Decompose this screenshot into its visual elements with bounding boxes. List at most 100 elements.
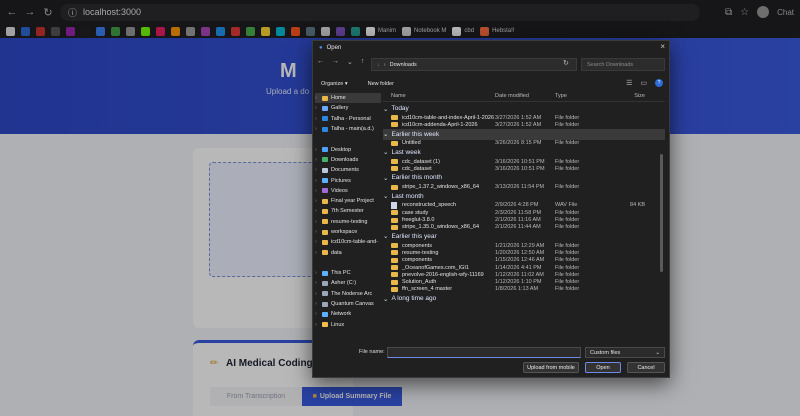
expand-chevron-icon[interactable]: › [315,95,319,101]
sidebar-item[interactable]: › Documents [315,165,381,175]
expand-chevron-icon[interactable]: › [315,147,319,153]
file-type-select[interactable]: Custom files ⌄ [585,347,665,358]
bookmark-item[interactable] [96,26,105,36]
sidebar-item[interactable]: › Home [315,93,381,104]
sidebar-item[interactable]: › Asher (C:) [315,278,381,288]
group-header[interactable]: ⌄ Last week [383,147,665,158]
sidebar-item[interactable]: › Pictures [315,175,381,185]
file-row[interactable]: components 1/15/2026 12:46 AM File folder [383,257,665,264]
bookmark-item[interactable] [6,26,15,36]
help-icon[interactable]: ? [655,79,663,87]
bookmark-item[interactable] [231,26,240,36]
expand-chevron-icon[interactable]: › [315,280,319,286]
column-type[interactable]: Type [555,93,605,99]
expand-chevron-icon[interactable]: › [315,322,319,328]
group-header[interactable]: ⌄ Earlier this year [383,231,665,242]
file-row[interactable]: freeglut-3.8.0 2/1/2026 11:16 AM File fold… [383,216,665,223]
file-row[interactable]: Untitled 3/26/2026 8:15 PM File folder [383,140,665,147]
file-row[interactable]: _OceanofGames.com_IGI1 1/14/2026 4:41 PM F… [383,264,665,271]
file-row[interactable]: components 1/21/2026 12:29 AM File folder [383,242,665,249]
bookmark-item[interactable]: cbd [452,26,474,36]
sidebar-item[interactable]: › Videos [315,186,381,196]
back-icon[interactable]: ← [317,58,324,66]
cancel-button[interactable]: Cancel [627,362,665,373]
sidebar-item[interactable]: › data [315,247,381,257]
view-options-icon[interactable]: ☰ [626,79,632,87]
bookmark-item[interactable]: Manim [366,26,396,36]
tab-from-transcription[interactable]: From Transcription [210,387,302,406]
extensions-icon[interactable]: ⧉ [725,7,732,18]
expand-chevron-icon[interactable]: › [315,229,319,235]
new-folder-button[interactable]: New folder [368,81,394,87]
sidebar-item[interactable]: › Talha - main(a.d.) [315,124,381,134]
file-row[interactable]: stripe_1.35.0_windows_x86_64 2/1/2026 11:… [383,224,665,231]
back-icon[interactable]: ← [6,6,18,18]
expand-chevron-icon[interactable]: › [315,157,319,163]
sidebar-item[interactable]: › 7th Semester [315,206,381,216]
expand-chevron-icon[interactable]: › [315,126,319,132]
bookmark-item[interactable]: Hebsta!! [480,26,514,36]
collapse-chevron-icon[interactable]: ⌄ [383,295,388,303]
sidebar-item[interactable]: › Downloads [315,155,381,165]
column-date[interactable]: Date modified [495,93,555,99]
collapse-chevron-icon[interactable]: ⌄ [383,148,388,156]
sidebar-item[interactable]: › Linux [315,320,381,330]
sidebar-item[interactable]: › Desktop [315,144,381,154]
file-row[interactable]: case study 2/3/2026 11:58 PM File folder [383,209,665,216]
bookmark-item[interactable] [201,26,210,36]
column-name[interactable]: Name [383,93,495,99]
bookmark-item[interactable] [321,26,330,36]
scrollbar[interactable] [660,154,663,272]
organize-button[interactable]: Organize ▾ [321,81,348,87]
group-header[interactable]: ⌄ Last month [383,191,665,202]
bookmark-item[interactable] [66,26,75,36]
reload-icon[interactable]: ↻ [42,6,54,19]
recent-chevron-icon[interactable]: ⌄ [347,58,353,66]
expand-chevron-icon[interactable]: › [315,270,319,276]
bookmark-item[interactable] [336,26,345,36]
preview-pane-icon[interactable]: ▭ [640,79,647,87]
expand-chevron-icon[interactable]: › [315,219,319,225]
group-header[interactable]: ⌄ Today [383,103,665,114]
expand-chevron-icon[interactable]: › [315,116,319,122]
forward-icon[interactable]: → [24,6,36,18]
collapse-chevron-icon[interactable]: ⌄ [383,130,388,138]
file-row[interactable]: ffn_screen_4 master 1/8/2026 1:13 AM File … [383,286,665,293]
bookmark-item[interactable] [261,26,270,36]
bookmark-item[interactable] [216,26,225,36]
search-input[interactable]: Search Downloads [581,58,665,71]
site-info-icon[interactable]: ⓘ [68,6,77,19]
bookmark-item[interactable] [351,26,360,36]
bookmark-item[interactable] [111,26,120,36]
open-button[interactable]: Open [585,362,621,373]
sidebar-item[interactable]: › Gallery [315,103,381,113]
file-row[interactable]: stripe_1.37.2_windows_x86_64 3/13/2026 11… [383,183,665,190]
up-icon[interactable]: ↑ [361,58,365,66]
expand-chevron-icon[interactable]: › [315,239,319,245]
expand-chevron-icon[interactable]: › [315,301,319,307]
sidebar-item[interactable]: › The Noderse Arc [315,289,381,299]
file-row[interactable]: reconstructed_speech 2/9/2026 4:28 PM WAV … [383,201,665,209]
sidebar-item[interactable]: › This PC [315,268,381,278]
sidebar-item[interactable]: › Quantum Canvas [315,299,381,309]
drop-zone[interactable] [209,162,319,277]
refresh-icon[interactable]: ↻ [563,59,569,67]
expand-chevron-icon[interactable]: › [315,188,319,194]
sidebar-item[interactable]: › Network [315,309,381,319]
forward-icon[interactable]: → [332,58,339,66]
file-row[interactable]: cdc_dataset 3/16/2026 10:51 PM File folder [383,165,665,172]
sidebar-item[interactable]: › Talha - Personal [315,114,381,124]
file-name-input[interactable] [387,347,581,358]
file-row[interactable]: cdc_dataset (1) 3/16/2026 10:51 PM File fo… [383,158,665,165]
expand-chevron-icon[interactable]: › [315,105,319,111]
bookmark-item[interactable] [306,26,315,36]
collapse-chevron-icon[interactable]: ⌄ [383,232,388,240]
file-row[interactable]: Solution_Auth 1/12/2026 1:10 PM File folde… [383,278,665,285]
bookmark-item[interactable] [291,26,300,36]
expand-chevron-icon[interactable]: › [315,167,319,173]
expand-chevron-icon[interactable]: › [315,250,319,256]
collapse-chevron-icon[interactable]: ⌄ [383,105,388,113]
expand-chevron-icon[interactable]: › [315,311,319,317]
file-row[interactable]: icd10cm-table-and-index-April-1-2026 3/27… [383,114,665,121]
bookmark-item[interactable] [21,26,30,36]
